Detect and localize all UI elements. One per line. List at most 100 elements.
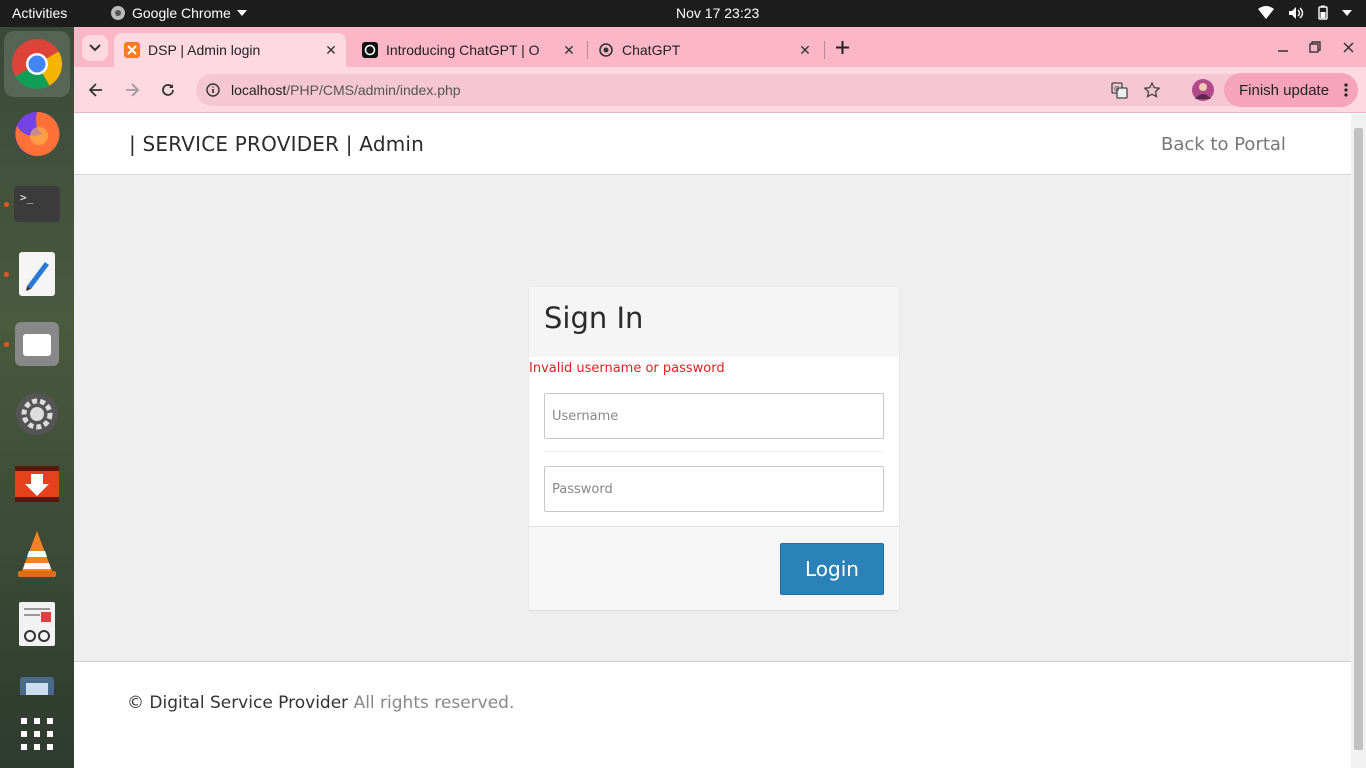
login-button[interactable]: Login: [780, 543, 884, 595]
url-text: localhost/PHP/CMS/admin/index.php: [231, 82, 461, 98]
back-to-portal-link[interactable]: Back to Portal: [1161, 134, 1286, 155]
chrome-icon: [12, 39, 63, 89]
tab-title: Introducing ChatGPT | O: [386, 42, 540, 58]
tab-introducing-chatgpt[interactable]: Introducing ChatGPT | O ✕: [352, 33, 584, 67]
close-tab-icon[interactable]: ✕: [558, 42, 580, 59]
signin-title: Sign In: [544, 301, 644, 335]
app-menu[interactable]: Google Chrome: [110, 5, 247, 21]
new-tab-button[interactable]: [830, 35, 854, 59]
site-footer: © Digital Service Provider All rights re…: [74, 661, 1351, 768]
activities-button[interactable]: Activities: [12, 5, 67, 21]
system-tray[interactable]: [1258, 5, 1352, 20]
signin-header: Sign In: [529, 287, 899, 357]
xampp-favicon-icon: [124, 42, 140, 58]
address-bar[interactable]: localhost/PHP/CMS/admin/index.php G: [196, 74, 1250, 106]
app-menu-label: Google Chrome: [132, 5, 231, 21]
page-viewport: | SERVICE PROVIDER | Admin Back to Porta…: [74, 114, 1351, 768]
close-tab-icon[interactable]: ✕: [794, 42, 816, 59]
bookmark-star-icon[interactable]: [1144, 82, 1160, 98]
chrome-small-icon: [111, 6, 125, 20]
close-window-button[interactable]: [1336, 35, 1360, 59]
app-grid-icon: [21, 718, 53, 750]
battery-icon: [1318, 5, 1328, 20]
finish-update-button[interactable]: Finish update: [1224, 73, 1358, 107]
copyright-text: © Digital Service Provider All rights re…: [127, 693, 514, 713]
scrollbar-thumb[interactable]: [1354, 128, 1363, 750]
tab-dsp-admin-login[interactable]: DSP | Admin login ✕: [114, 33, 346, 67]
downloader-icon: [15, 466, 59, 502]
username-placeholder: Username: [552, 409, 619, 424]
page-scrollbar[interactable]: [1351, 114, 1366, 768]
dock: >_: [0, 27, 74, 768]
files-icon: [15, 322, 59, 366]
tab-title: ChatGPT: [622, 42, 681, 58]
screenshot-icon: [20, 677, 54, 695]
restore-icon: [1309, 41, 1321, 53]
url-host: localhost: [231, 82, 287, 98]
copyright-symbol: ©: [127, 693, 144, 713]
restore-button[interactable]: [1303, 35, 1327, 59]
system-top-bar: Activities Google Chrome Nov 17 23:23: [0, 0, 1366, 27]
signin-panel: Sign In Invalid username or password Use…: [529, 287, 899, 610]
signin-footer: Login: [529, 526, 899, 610]
dock-settings[interactable]: [4, 381, 70, 447]
site-header: | SERVICE PROVIDER | Admin Back to Porta…: [74, 114, 1351, 175]
dock-vlc[interactable]: [4, 521, 70, 587]
dock-text-editor[interactable]: [4, 241, 70, 307]
minimize-icon: [1278, 50, 1288, 52]
dock-downloader[interactable]: [4, 451, 70, 517]
site-brand[interactable]: | SERVICE PROVIDER | Admin: [129, 132, 424, 156]
close-tab-icon[interactable]: ✕: [320, 42, 342, 59]
system-menu-chevron-icon: [1342, 9, 1352, 16]
terminal-icon: >_: [14, 186, 60, 222]
plus-icon: [835, 40, 849, 54]
chevron-down-icon: [236, 10, 247, 16]
minimize-button[interactable]: [1271, 35, 1295, 59]
username-field[interactable]: Username: [544, 393, 884, 439]
openai-favicon-icon: [362, 42, 378, 58]
openai-favicon-icon: [599, 43, 613, 57]
tab-chatgpt[interactable]: ChatGPT ✕: [588, 33, 820, 67]
tab-strip: DSP | Admin login ✕ Introducing ChatGPT …: [74, 27, 1366, 67]
dock-show-apps[interactable]: [4, 701, 70, 767]
footer-rights: All rights reserved.: [353, 693, 515, 713]
text-editor-icon: [19, 252, 55, 296]
browser-window: DSP | Admin login ✕ Introducing ChatGPT …: [74, 27, 1366, 768]
chevron-down-icon: [89, 44, 101, 52]
dock-chrome[interactable]: [4, 31, 70, 97]
dock-document-viewer[interactable]: [4, 591, 70, 657]
tab-separator: [824, 41, 825, 59]
site-info-icon[interactable]: [206, 83, 220, 97]
back-button[interactable]: [84, 78, 108, 102]
firefox-icon: [15, 111, 60, 156]
arrow-left-icon: [89, 83, 102, 97]
dock-screenshot[interactable]: [4, 661, 70, 699]
footer-org-name: Digital Service Provider: [149, 693, 349, 713]
reload-button[interactable]: [156, 78, 180, 102]
translate-icon[interactable]: G: [1111, 82, 1128, 99]
svg-text:G: G: [1114, 85, 1119, 93]
volume-icon: [1289, 6, 1304, 19]
url-path: /PHP/CMS/admin/index.php: [286, 82, 461, 98]
arrow-right-icon: [126, 83, 139, 97]
password-placeholder: Password: [552, 482, 613, 497]
close-icon: [1342, 41, 1354, 53]
browser-toolbar: localhost/PHP/CMS/admin/index.php G Fini…: [74, 67, 1366, 113]
dock-files[interactable]: [4, 311, 70, 377]
svg-text:>_: >_: [20, 191, 34, 204]
vlc-icon: [18, 531, 56, 577]
error-message: Invalid username or password: [529, 361, 725, 376]
forward-button[interactable]: [120, 78, 144, 102]
clock[interactable]: Nov 17 23:23: [676, 5, 759, 21]
password-field[interactable]: Password: [544, 466, 884, 512]
settings-icon: [16, 393, 58, 435]
dock-firefox[interactable]: [4, 101, 70, 167]
tab-search-button[interactable]: [82, 35, 108, 61]
finish-update-label: Finish update: [1239, 81, 1330, 99]
dock-terminal[interactable]: >_: [4, 171, 70, 237]
profile-avatar[interactable]: [1192, 79, 1214, 101]
field-divider: [544, 451, 884, 452]
reload-icon: [162, 84, 174, 96]
wifi-icon: [1258, 5, 1274, 19]
tab-title: DSP | Admin login: [148, 42, 261, 58]
